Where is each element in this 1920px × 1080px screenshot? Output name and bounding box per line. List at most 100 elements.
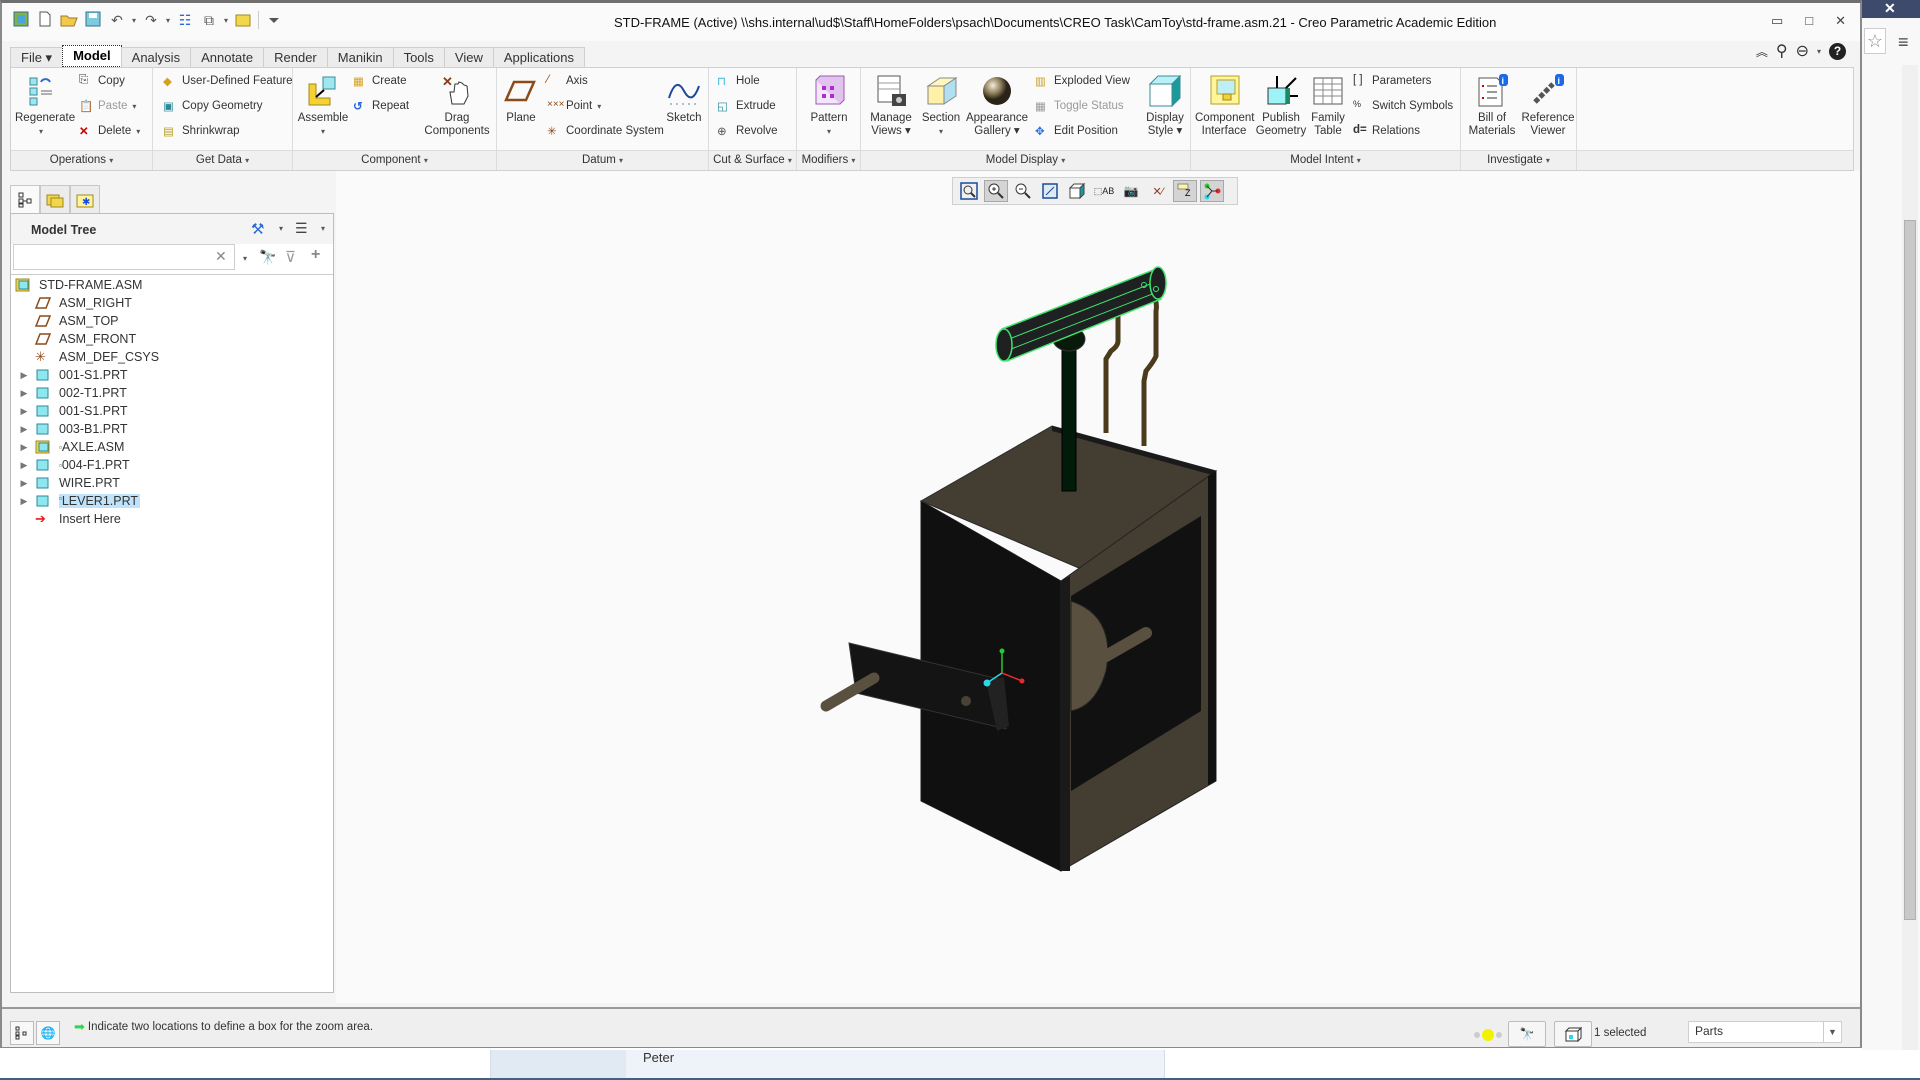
expand-icon[interactable]: ▶ bbox=[19, 388, 29, 399]
section-button[interactable]: Section ▾ bbox=[919, 74, 963, 138]
tree-item-asm-top[interactable]: ASM_TOP bbox=[34, 312, 119, 330]
undo-dropdown-icon[interactable]: ▾ bbox=[132, 16, 136, 25]
bill-of-materials-button[interactable]: i Bill of Materials bbox=[1465, 74, 1519, 138]
copy-button[interactable]: ⎘ Copy bbox=[79, 74, 125, 88]
maximize-button[interactable]: □ bbox=[1805, 13, 1813, 29]
hole-button[interactable]: ⊓ Hole bbox=[717, 74, 760, 88]
tree-item-lever1-prt[interactable]: ▶ ▫ LEVER1.PRT bbox=[19, 492, 141, 510]
tree-item-std-frame-asm[interactable]: STD-FRAME.ASM bbox=[15, 276, 142, 294]
show-icon[interactable]: ☰ bbox=[295, 220, 308, 237]
zoom-out-icon[interactable] bbox=[1011, 180, 1035, 202]
shrinkwrap-button[interactable]: ▤ Shrinkwrap bbox=[163, 124, 240, 138]
group-label-investigate[interactable]: Investigate ▾ bbox=[1461, 150, 1576, 170]
windows-icon[interactable]: ⧉ bbox=[200, 11, 218, 29]
minimize-ribbon-icon[interactable]: ︽ bbox=[1756, 43, 1768, 60]
learning-connector-icon[interactable]: ⊖ bbox=[1796, 41, 1809, 61]
expand-icon[interactable]: ▶ bbox=[19, 478, 29, 489]
named-views-icon[interactable]: 📷 bbox=[1119, 180, 1143, 202]
pattern-button[interactable]: Pattern ▾ bbox=[803, 74, 855, 138]
new-icon[interactable] bbox=[36, 11, 54, 29]
toggle-status-button[interactable]: ▦ Toggle Status bbox=[1035, 99, 1124, 113]
group-label-model-display[interactable]: Model Display ▾ bbox=[861, 150, 1190, 170]
search-options-dropdown-icon[interactable]: ▾ bbox=[243, 254, 247, 263]
point-button[interactable]: ××× Point ▾ bbox=[547, 99, 601, 113]
regenerate-icon[interactable]: ☷ bbox=[176, 11, 194, 29]
tree-item-001-s1-prt[interactable]: ▶ 001-S1.PRT bbox=[19, 366, 128, 384]
tab-applications[interactable]: Applications bbox=[492, 47, 585, 67]
tree-item-004-f1-prt[interactable]: ▶ ▫ 004-F1.PRT bbox=[19, 456, 130, 474]
open-icon[interactable] bbox=[60, 11, 78, 29]
coordinate-system-button[interactable]: ✳ Coordinate System bbox=[547, 124, 664, 138]
tab-view[interactable]: View bbox=[443, 47, 494, 67]
group-label-get-data[interactable]: Get Data ▾ bbox=[153, 150, 292, 170]
tree-item-insert-here[interactable]: ➔ Insert Here bbox=[35, 510, 121, 528]
minimize-button[interactable]: ▭ bbox=[1771, 13, 1783, 29]
assemble-button[interactable]: Assemble ▾ bbox=[295, 74, 351, 138]
model-tree-tab[interactable] bbox=[10, 185, 40, 213]
paste-button[interactable]: 📋 Paste ▾ bbox=[79, 99, 136, 113]
model-3d-view[interactable] bbox=[336, 171, 1860, 1003]
app-icon[interactable] bbox=[12, 11, 30, 29]
model-tree-search-input[interactable] bbox=[13, 244, 235, 270]
toggle-navigator-icon[interactable] bbox=[10, 1021, 34, 1045]
expand-icon[interactable]: ▶ bbox=[19, 460, 29, 471]
bookmark-star-icon[interactable]: ☆ bbox=[1864, 28, 1886, 54]
manage-views-button[interactable]: Manage Views ▾ bbox=[865, 74, 917, 138]
group-label-cut-surface[interactable]: Cut & Surface ▾ bbox=[709, 150, 796, 170]
tab-file[interactable]: File ▾ bbox=[10, 47, 64, 67]
selection-button[interactable] bbox=[1554, 1021, 1592, 1047]
find-icon[interactable]: 🔭 bbox=[259, 249, 276, 266]
reference-viewer-button[interactable]: i Reference Viewer bbox=[1521, 74, 1575, 138]
component-interface-button[interactable]: Component Interface bbox=[1195, 74, 1254, 138]
group-label-operations[interactable]: Operations ▾ bbox=[11, 150, 152, 170]
tab-model[interactable]: Model bbox=[62, 45, 122, 67]
parameters-button[interactable]: [ ] Parameters bbox=[1353, 74, 1431, 88]
drag-components-button[interactable]: ✕ Drag Components bbox=[421, 74, 493, 138]
tree-item-axle-asm[interactable]: ▶ ▫ AXLE.ASM bbox=[19, 438, 125, 456]
selection-filter-select[interactable]: Parts ▼ bbox=[1688, 1021, 1842, 1043]
expand-icon[interactable]: ▶ bbox=[19, 442, 29, 453]
exploded-view-button[interactable]: ▥ Exploded View bbox=[1035, 74, 1130, 88]
edit-position-button[interactable]: ✥ Edit Position bbox=[1035, 124, 1118, 138]
sketch-button[interactable]: Sketch bbox=[663, 74, 705, 125]
filter-icon[interactable]: ⊽ bbox=[285, 248, 296, 266]
tab-render[interactable]: Render bbox=[263, 47, 328, 67]
extrude-button[interactable]: ◱ Extrude bbox=[717, 99, 776, 113]
display-style-icon[interactable] bbox=[1065, 180, 1089, 202]
repaint-icon[interactable] bbox=[1038, 180, 1062, 202]
tree-settings-dropdown-icon[interactable]: ▾ bbox=[279, 224, 283, 233]
close-window-icon[interactable] bbox=[234, 11, 252, 29]
save-icon[interactable] bbox=[84, 11, 102, 29]
switch-symbols-button[interactable]: % Switch Symbols bbox=[1353, 99, 1453, 113]
folder-browser-tab[interactable] bbox=[40, 185, 70, 213]
copy-geometry-button[interactable]: ▣ Copy Geometry bbox=[163, 99, 263, 113]
graphics-window[interactable] bbox=[336, 171, 1860, 1003]
learning-dropdown-icon[interactable]: ▾ bbox=[1817, 47, 1821, 56]
display-style-button[interactable]: Display Style ▾ bbox=[1143, 74, 1187, 138]
add-column-icon[interactable]: + bbox=[311, 246, 320, 264]
regenerate-button[interactable]: Regenerate ▾ bbox=[15, 74, 75, 138]
search-icon[interactable]: ⚲ bbox=[1776, 41, 1788, 61]
annotation-display-icon[interactable] bbox=[1200, 180, 1224, 202]
regeneration-status-icon[interactable] bbox=[1474, 1029, 1502, 1041]
expand-icon[interactable]: ▶ bbox=[19, 370, 29, 381]
plane-button[interactable]: Plane bbox=[501, 74, 541, 125]
chevron-down-icon[interactable]: ▼ bbox=[1823, 1022, 1841, 1042]
user-defined-feature-button[interactable]: ◆ User-Defined Feature bbox=[163, 74, 293, 88]
delete-button[interactable]: ✕ Delete ▾ bbox=[79, 124, 140, 138]
revolve-button[interactable]: ⊕ Revolve bbox=[717, 124, 778, 138]
tree-item-wire-prt[interactable]: ▶ WIRE.PRT bbox=[19, 474, 120, 492]
close-button[interactable]: ✕ bbox=[1835, 13, 1846, 29]
relations-button[interactable]: d= Relations bbox=[1353, 124, 1420, 138]
redo-icon[interactable]: ↷ bbox=[142, 11, 160, 29]
datum-display-icon[interactable]: ✕⁄ bbox=[1146, 180, 1170, 202]
tree-item-asm-def-csys[interactable]: ✳ ASM_DEF_CSYS bbox=[35, 348, 159, 366]
expand-icon[interactable]: ▶ bbox=[19, 424, 29, 435]
toggle-browser-icon[interactable]: 🌐 bbox=[36, 1021, 60, 1045]
refit-icon[interactable] bbox=[957, 180, 981, 202]
help-icon[interactable]: ? bbox=[1829, 42, 1846, 60]
group-label-modifiers[interactable]: Modifiers ▾ bbox=[797, 150, 860, 170]
tab-annotate[interactable]: Annotate bbox=[190, 47, 265, 67]
tab-analysis[interactable]: Analysis bbox=[120, 47, 192, 67]
create-button[interactable]: ▦ Create bbox=[353, 74, 407, 88]
